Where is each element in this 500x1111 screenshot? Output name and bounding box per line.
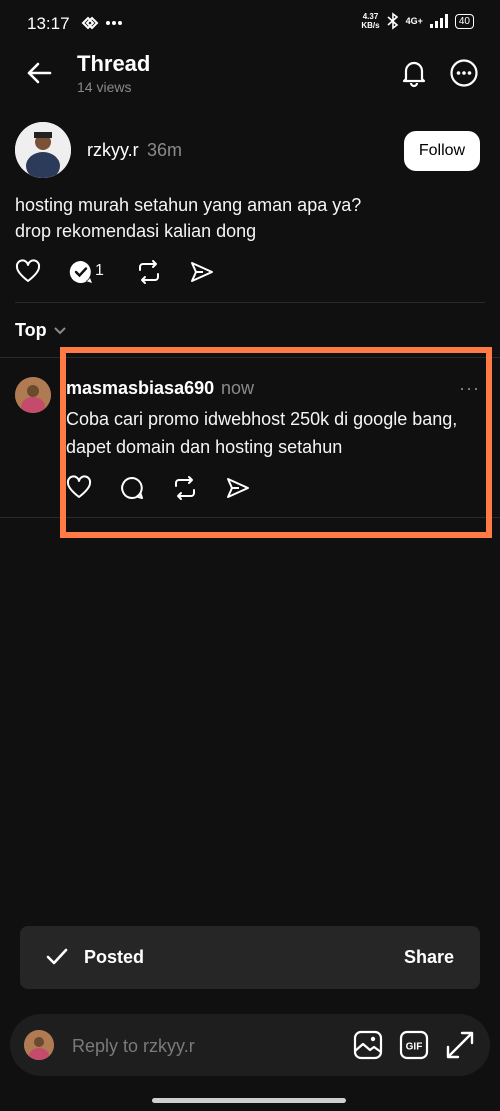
- avatar-image: [15, 377, 51, 413]
- image-button[interactable]: [352, 1029, 384, 1061]
- notification-icons: [78, 12, 128, 34]
- follow-button[interactable]: Follow: [404, 131, 480, 171]
- heart-icon: [15, 259, 41, 282]
- page-title: Thread: [77, 51, 151, 76]
- reply-button[interactable]: [68, 259, 94, 285]
- op-username[interactable]: rzkyy.r: [87, 140, 139, 161]
- back-button[interactable]: [26, 60, 52, 86]
- share-button[interactable]: [189, 259, 215, 285]
- gif-button[interactable]: GIF: [398, 1029, 430, 1061]
- expand-icon: [446, 1031, 474, 1059]
- network-label: 4G+: [405, 16, 423, 26]
- bluetooth-icon: [386, 12, 400, 30]
- notifications-button[interactable]: [399, 58, 429, 88]
- views-count: 14 views: [77, 79, 132, 95]
- more-options-button[interactable]: [450, 59, 478, 87]
- chevron-down-icon: [53, 326, 66, 334]
- back-arrow-icon: [27, 62, 52, 84]
- repost-button[interactable]: [136, 259, 162, 285]
- avatar-image: [15, 122, 71, 178]
- network-speed: 4.37 KB/s: [361, 12, 380, 30]
- image-icon: [353, 1030, 383, 1060]
- checkmark-icon: [46, 948, 68, 965]
- posted-toast: Posted Share: [20, 926, 480, 989]
- more-options-icon: [450, 59, 478, 87]
- bell-icon: [402, 61, 426, 88]
- divider: [15, 302, 485, 303]
- reply-count: 1: [95, 262, 104, 279]
- battery-indicator: 40: [454, 13, 474, 29]
- avatar-op[interactable]: [15, 122, 71, 178]
- sort-dropdown[interactable]: Top: [15, 320, 67, 341]
- gif-icon: GIF: [399, 1030, 429, 1060]
- op-text: hosting murah setahun yang aman apa ya? …: [15, 195, 362, 241]
- status-time: 13:17: [27, 14, 70, 33]
- gesture-bar[interactable]: [152, 1098, 346, 1103]
- toast-share-button[interactable]: Share: [404, 947, 454, 968]
- signal-icon: [429, 13, 449, 29]
- expand-button[interactable]: [444, 1029, 476, 1061]
- reply-composer: GIF: [10, 1014, 490, 1076]
- op-timestamp: 36m: [147, 140, 183, 160]
- avatar-image: [24, 1030, 54, 1060]
- like-button[interactable]: [15, 259, 41, 285]
- status-bar: 13:17 4.37 KB/s 4G+ 40: [0, 0, 500, 48]
- svg-text:GIF: GIF: [406, 1042, 423, 1053]
- avatar-reply[interactable]: [15, 377, 51, 413]
- highlight-box: [60, 347, 492, 538]
- send-icon: [191, 262, 213, 282]
- toast-label: Posted: [84, 947, 145, 967]
- composer-avatar: [24, 1030, 54, 1060]
- replied-bubble-icon: [69, 260, 92, 283]
- reply-input[interactable]: [70, 1030, 334, 1062]
- repost-icon: [139, 260, 159, 284]
